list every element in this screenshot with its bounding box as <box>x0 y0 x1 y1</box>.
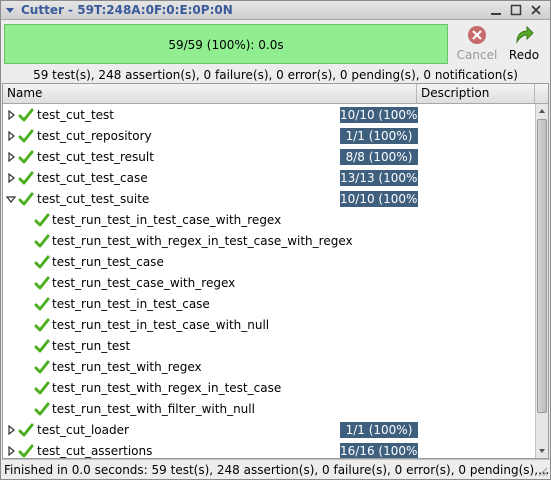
scrollbar-thumb[interactable] <box>537 119 547 413</box>
check-icon <box>34 360 50 374</box>
tree-row[interactable]: test_run_test_in_test_case_with_regex <box>3 210 535 231</box>
tree-row[interactable]: test_run_test_with_regex_in_test_case <box>3 378 535 399</box>
status-bar: Finished in 0.0 seconds: 59 test(s), 248… <box>1 459 550 479</box>
cutter-window: Cutter - 59T:248A:0F:0:E:0P:0N 59/59 (10… <box>0 0 551 480</box>
result-badge: 8/8 (100%) <box>340 149 418 165</box>
test-name: test_run_test_in_test_case_with_regex <box>52 213 282 227</box>
toolbar: 59/59 (100%): 0.0s Cancel Redo <box>1 20 550 67</box>
test-rows: test_cut_test 10/10 (100%) test_cut_reposi… <box>3 105 535 458</box>
check-icon <box>18 423 34 437</box>
tree-row[interactable]: test_cut_assertions 16/16 (100%) <box>3 441 535 458</box>
check-icon <box>18 150 34 164</box>
summary-text: 59 test(s), 248 assertion(s), 0 failure(… <box>33 68 518 82</box>
check-icon <box>18 108 34 122</box>
test-name: test_cut_test <box>37 108 114 122</box>
check-icon <box>18 129 34 143</box>
check-icon <box>34 255 50 269</box>
check-icon <box>34 297 50 311</box>
maximize-icon[interactable] <box>510 4 522 16</box>
check-icon <box>34 213 50 227</box>
tree-row[interactable]: test_run_test_with_regex <box>3 357 535 378</box>
check-icon <box>34 276 50 290</box>
window-title: Cutter - 59T:248A:0F:0:E:0P:0N <box>21 3 233 17</box>
expander-collapsed-icon[interactable] <box>6 110 16 120</box>
cancel-icon <box>468 26 486 44</box>
scroll-down-icon[interactable] <box>536 444 548 458</box>
tree-row[interactable]: test_run_test_with_regex_in_test_case_wi… <box>3 231 535 252</box>
test-name: test_cut_test_result <box>37 150 154 164</box>
check-icon <box>34 381 50 395</box>
progress-bar: 59/59 (100%): 0.0s <box>4 24 448 64</box>
expander-collapsed-icon[interactable] <box>6 446 16 456</box>
tree-row[interactable]: test_run_test_in_test_case <box>3 294 535 315</box>
check-icon <box>18 171 34 185</box>
tree-row[interactable]: test_run_test_case <box>3 252 535 273</box>
expander-collapsed-icon[interactable] <box>6 131 16 141</box>
cancel-button[interactable]: Cancel <box>455 22 499 66</box>
result-badge: 1/1 (100%) <box>340 422 418 438</box>
tree-row[interactable]: test_cut_test 10/10 (100%) <box>3 105 535 126</box>
cancel-label: Cancel <box>456 48 498 62</box>
tree-row[interactable]: test_cut_test_result 8/8 (100%) <box>3 147 535 168</box>
expander-collapsed-icon[interactable] <box>6 152 16 162</box>
tree-row[interactable]: test_cut_test_suite 10/10 (100%) <box>3 189 535 210</box>
test-name: test_cut_repository <box>37 129 152 143</box>
result-badge: 10/10 (100%) <box>340 107 423 123</box>
check-icon <box>34 318 50 332</box>
test-name: test_cut_assertions <box>37 444 153 458</box>
test-name: test_run_test_with_regex_in_test_case_wi… <box>52 234 353 248</box>
check-icon <box>18 444 34 458</box>
check-icon <box>34 402 50 416</box>
tree-row[interactable]: test_run_test <box>3 336 535 357</box>
test-name: test_run_test_with_regex_in_test_case <box>52 381 282 395</box>
test-name: test_cut_loader <box>37 423 129 437</box>
tree-row[interactable]: test_cut_repository 1/1 (100%) <box>3 126 535 147</box>
test-tree-view[interactable]: Name Description test_cut_test 10/10 (100… <box>2 83 549 459</box>
test-name: test_run_test_in_test_case_with_null <box>52 318 270 332</box>
result-badge: 1/1 (100%) <box>340 128 418 144</box>
column-header-name[interactable]: Name <box>3 84 417 103</box>
check-icon <box>34 339 50 353</box>
result-badge: 16/16 (100%) <box>340 443 423 458</box>
window-menu-icon[interactable] <box>4 4 16 16</box>
check-icon <box>18 192 34 206</box>
vertical-scrollbar[interactable] <box>535 104 548 458</box>
test-name: test_run_test_case_with_regex <box>52 276 236 290</box>
check-icon <box>34 234 50 248</box>
status-text: Finished in 0.0 seconds: 59 test(s), 248… <box>4 463 550 477</box>
progress-text: 59/59 (100%): 0.0s <box>168 38 284 52</box>
tree-row[interactable]: test_cut_loader 1/1 (100%) <box>3 420 535 441</box>
expander-expanded-icon[interactable] <box>6 194 16 204</box>
test-name: test_cut_test_case <box>37 171 148 185</box>
tree-row[interactable]: test_run_test_in_test_case_with_null <box>3 315 535 336</box>
test-name: test_run_test_in_test_case <box>52 297 210 311</box>
redo-icon <box>516 25 534 44</box>
redo-label: Redo <box>508 48 540 62</box>
tree-header: Name Description <box>3 84 548 104</box>
expander-collapsed-icon[interactable] <box>6 173 16 183</box>
minimize-icon[interactable] <box>490 4 502 16</box>
test-name: test_run_test_with_regex <box>52 360 202 374</box>
result-badge: 13/13 (100%) <box>340 170 423 186</box>
column-header-description[interactable]: Description <box>417 84 535 103</box>
test-name: test_run_test_with_filter_with_null <box>52 402 255 416</box>
resize-grip-icon[interactable] <box>536 465 548 477</box>
tree-row[interactable]: test_run_test_with_filter_with_null <box>3 399 535 420</box>
redo-button[interactable]: Redo <box>502 22 546 66</box>
test-name: test_run_test <box>52 339 131 353</box>
expander-collapsed-icon[interactable] <box>6 425 16 435</box>
tree-row[interactable]: test_cut_test_case 13/13 (100%) <box>3 168 535 189</box>
title-bar[interactable]: Cutter - 59T:248A:0F:0:E:0P:0N <box>1 1 550 20</box>
close-icon[interactable] <box>530 4 542 16</box>
test-name: test_run_test_case <box>52 255 164 269</box>
result-badge: 10/10 (100%) <box>340 191 423 207</box>
scroll-up-icon[interactable] <box>536 104 548 118</box>
test-name: test_cut_test_suite <box>37 192 150 206</box>
tree-row[interactable]: test_run_test_case_with_regex <box>3 273 535 294</box>
